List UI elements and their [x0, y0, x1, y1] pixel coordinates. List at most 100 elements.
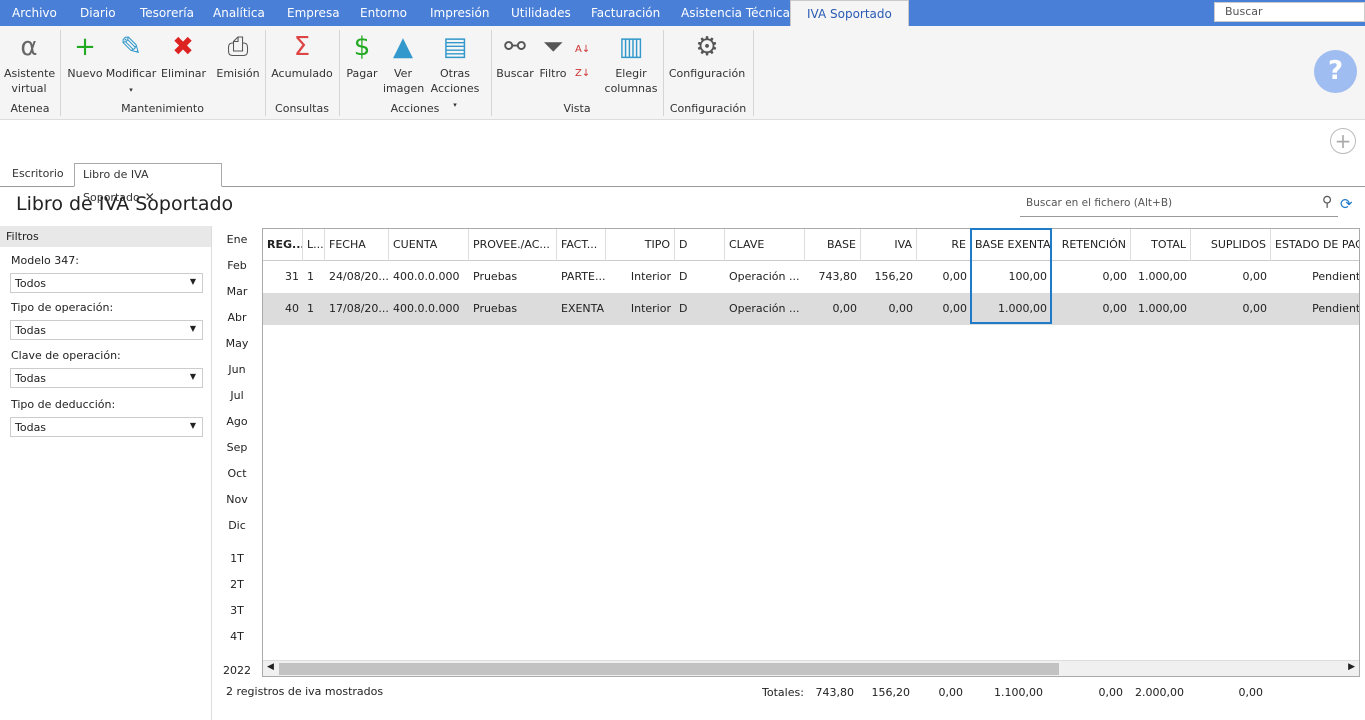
month-11[interactable]: Dic	[216, 519, 258, 532]
menu-tab-5[interactable]: Entorno	[348, 0, 419, 26]
refresh-icon[interactable]: ⟳	[1340, 195, 1353, 213]
month-0[interactable]: Ene	[216, 233, 258, 246]
ribbon-button-label: Emisión	[216, 67, 260, 80]
ribbon-button-7[interactable]: ▲ Ver imagen	[383, 32, 424, 96]
sort-asc-icon[interactable]: A↓	[575, 44, 590, 56]
ribbon-group-label: Vista	[563, 102, 591, 115]
month-5[interactable]: Jun	[216, 363, 258, 376]
ribbon-button-label: Eliminar	[161, 67, 207, 80]
column-header[interactable]: TIPO	[606, 229, 675, 261]
top-search-input[interactable]: Buscar	[1214, 2, 1365, 22]
menu-tab-0[interactable]: Archivo	[0, 0, 69, 26]
quarter-2[interactable]: 3T	[216, 604, 258, 617]
binoculars-icon: ⚯	[504, 32, 526, 62]
menu-tab-10[interactable]: IVA Soportado	[790, 0, 909, 26]
month-8[interactable]: Sep	[216, 441, 258, 454]
close-icon[interactable]: ✕	[145, 190, 155, 204]
ribbon-button-label: Filtro	[539, 67, 567, 80]
ribbon-button-12[interactable]: ⚙ Configuración	[668, 32, 746, 81]
table-cell: 0,00	[1242, 270, 1268, 283]
month-1[interactable]: Feb	[216, 259, 258, 272]
search-placeholder: Buscar en el fichero (Alt+B)	[1026, 197, 1173, 209]
menu-tab-1[interactable]: Diario	[68, 0, 128, 26]
chevron-down-icon: ▼	[189, 372, 196, 381]
ribbon-button-1[interactable]: + Nuevo	[66, 32, 104, 81]
file-search-input[interactable]: Buscar en el fichero (Alt+B) ⚲	[1020, 193, 1338, 217]
ribbon-button-9[interactable]: ⚯ Buscar	[496, 32, 534, 81]
month-6[interactable]: Jul	[216, 389, 258, 402]
table-cell: 31	[285, 270, 299, 283]
column-header[interactable]: CUENTA	[389, 229, 469, 261]
quarter-1[interactable]: 2T	[216, 578, 258, 591]
table-cell: 1	[307, 270, 314, 283]
selected-column-highlight	[970, 228, 1052, 324]
month-9[interactable]: Oct	[216, 467, 258, 480]
column-header[interactable]: FECHA	[325, 229, 389, 261]
column-header[interactable]: CLAVE	[725, 229, 805, 261]
add-tab-button[interactable]: +	[1330, 128, 1356, 154]
horizontal-scrollbar[interactable]: ◀ ▶	[263, 660, 1359, 676]
ribbon-button-4[interactable]: ⎙ Emisión	[216, 32, 260, 81]
ribbon-button-label: Buscar	[496, 67, 534, 80]
sort-desc-icon[interactable]: Z↓	[575, 68, 590, 80]
pay-icon: $	[353, 32, 371, 62]
quarter-0[interactable]: 1T	[216, 552, 258, 565]
menu-tab-3[interactable]: Analítica	[201, 0, 277, 26]
menu-tab-9[interactable]: Asistencia Técnica	[669, 0, 802, 26]
filter-select[interactable]: Todas ▼	[10, 417, 203, 437]
menu-tab-6[interactable]: Impresión	[418, 0, 501, 26]
column-header[interactable]: ESTADO DE PAGO	[1271, 229, 1359, 261]
filter-select[interactable]: Todos ▼	[10, 273, 203, 293]
doc-tab-escritorio[interactable]: Escritorio	[4, 163, 72, 187]
table-row[interactable]: 40 1 17/08/20... 400.0.0.000 Pruebas EXENTA In…	[263, 293, 1359, 325]
quarter-3[interactable]: 4T	[216, 630, 258, 643]
table-header-row: REG... L... FECHA CUENTA PROVEE./AC... FACT..…	[263, 229, 1359, 261]
search-icon[interactable]: ⚲	[1322, 194, 1332, 210]
month-3[interactable]: Abr	[216, 311, 258, 324]
ribbon-button-10[interactable]: ⏷ Filtro	[536, 32, 570, 81]
menu-tab-7[interactable]: Utilidades	[499, 0, 583, 26]
ribbon-button-8[interactable]: ▤ Otras Acciones ▾	[427, 32, 483, 113]
month-4[interactable]: May	[216, 337, 258, 350]
column-header[interactable]: D	[675, 229, 725, 261]
filter-select[interactable]: Todas ▼	[10, 320, 203, 340]
column-header[interactable]: REG...	[263, 229, 303, 261]
column-header[interactable]: TOTAL	[1131, 229, 1191, 261]
ribbon-button-label: Acumulado	[271, 67, 333, 80]
year-selector[interactable]: 2022	[216, 664, 258, 677]
ribbon-button-5[interactable]: Σ Acumulado	[271, 32, 333, 81]
scrollbar-thumb[interactable]	[279, 663, 1059, 675]
chevron-down-icon: ▾	[129, 86, 133, 94]
filter-select[interactable]: Todas ▼	[10, 368, 203, 388]
menu-tab-4[interactable]: Empresa	[275, 0, 352, 26]
ribbon-button-0[interactable]: α Asistente virtual	[4, 32, 55, 96]
column-header[interactable]: RE	[917, 229, 971, 261]
ribbon-button-6[interactable]: $ Pagar	[343, 32, 381, 81]
doc-tab-libro-iva[interactable]: Libro de IVA Soportado ✕	[74, 163, 222, 204]
month-2[interactable]: Mar	[216, 285, 258, 298]
menu-tab-2[interactable]: Tesorería	[128, 0, 206, 26]
gear-icon: ⚙	[695, 32, 719, 62]
table-row[interactable]: 31 1 24/08/20... 400.0.0.000 Pruebas PARTE...…	[263, 261, 1359, 293]
edit-doc-icon: ✎	[120, 32, 142, 62]
column-header[interactable]: SUPLIDOS	[1191, 229, 1271, 261]
month-7[interactable]: Ago	[216, 415, 258, 428]
ribbon-button-label: Pagar	[346, 67, 378, 80]
column-header[interactable]: IVA	[861, 229, 917, 261]
column-header[interactable]: L...	[303, 229, 325, 261]
month-10[interactable]: Nov	[216, 493, 258, 506]
column-header[interactable]: RETENCIÓN	[1051, 229, 1131, 261]
menu-tab-8[interactable]: Facturación	[579, 0, 672, 26]
delete-doc-icon: ✖	[172, 32, 194, 62]
column-header[interactable]: PROVEE./AC...	[469, 229, 557, 261]
ribbon-button-11[interactable]: ▥ Elegir columnas	[603, 32, 659, 96]
new-doc-icon: +	[74, 32, 96, 62]
data-grid: REG... L... FECHA CUENTA PROVEE./AC... FACT..…	[262, 228, 1360, 677]
ribbon-button-3[interactable]: ✖ Eliminar	[161, 32, 207, 81]
help-icon[interactable]: ?	[1314, 50, 1357, 93]
table-cell: Operación ...	[729, 270, 800, 283]
column-header[interactable]: FACT...	[557, 229, 606, 261]
column-header[interactable]: BASE	[805, 229, 861, 261]
ribbon-button-2[interactable]: ✎ Modificar ▾	[105, 32, 157, 98]
filter-icon: ⏷	[542, 32, 564, 62]
